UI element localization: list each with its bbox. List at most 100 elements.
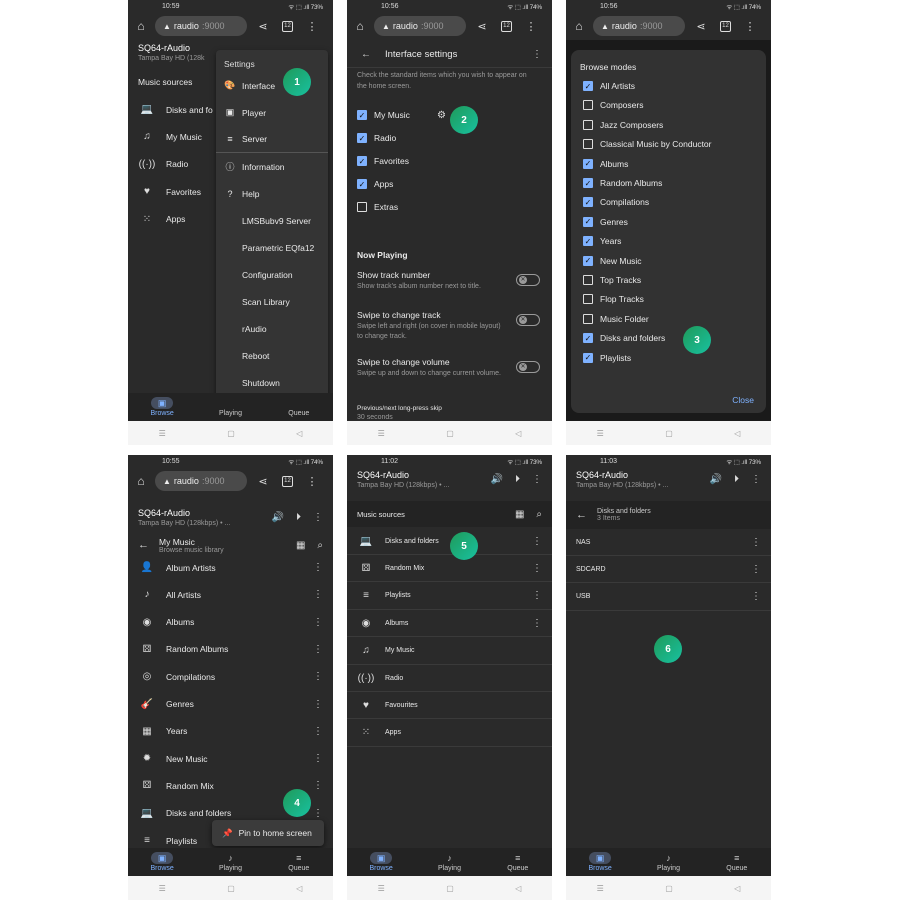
checkbox[interactable] bbox=[583, 119, 593, 130]
more-icon[interactable]: ⋮ bbox=[313, 808, 323, 819]
more-icon[interactable]: ⋮ bbox=[313, 780, 323, 791]
more-icon[interactable]: ⋮ bbox=[532, 618, 542, 629]
list-item[interactable]: ⁙ Apps bbox=[347, 720, 552, 747]
checkbox-item[interactable]: Jazz Composers bbox=[583, 119, 663, 130]
search-icon[interactable]: ⌕ bbox=[536, 509, 542, 520]
checkbox-item[interactable]: Extras bbox=[357, 202, 398, 212]
list-item[interactable]: ((·)) Radio bbox=[347, 665, 552, 692]
checkbox[interactable] bbox=[583, 139, 593, 150]
back-icon[interactable]: ◁ bbox=[515, 884, 521, 893]
back-icon[interactable]: ◁ bbox=[515, 429, 521, 438]
volume-icon[interactable]: 🔊 bbox=[491, 474, 503, 485]
checkbox-item[interactable]: ✓ Apps bbox=[357, 179, 393, 189]
more-icon[interactable]: ⋮ bbox=[751, 537, 761, 548]
recents-icon[interactable]: ☰ bbox=[159, 884, 166, 893]
checkbox-item[interactable]: Classical Music by Conductor bbox=[583, 139, 711, 150]
checkbox-item[interactable]: Music Folder bbox=[583, 313, 649, 324]
tabs-button[interactable]: 12 bbox=[720, 20, 731, 32]
browser-menu-icon[interactable]: ⋮ bbox=[522, 20, 540, 33]
list-item[interactable]: 👤 Album Artists ⋮ bbox=[128, 554, 333, 581]
nav-playing[interactable]: ♪ Playing bbox=[643, 852, 693, 872]
checkbox[interactable]: ✓ bbox=[357, 179, 367, 189]
share-icon[interactable]: ⋖ bbox=[473, 20, 491, 33]
menu-item[interactable]: Scan Library bbox=[216, 288, 328, 315]
url-bar[interactable]: ▲ raudio:9000 bbox=[374, 16, 466, 36]
checkbox[interactable] bbox=[357, 202, 367, 212]
menu-item[interactable]: Reboot bbox=[216, 342, 328, 369]
checkbox-item[interactable]: ✓ Random Albums bbox=[583, 178, 662, 188]
checkbox[interactable]: ✓ bbox=[583, 178, 593, 188]
nav-queue[interactable]: ≡ Queue bbox=[274, 852, 324, 872]
nav-queue[interactable]: ≡ Queue bbox=[712, 852, 762, 872]
list-item[interactable]: USB ⋮ bbox=[566, 584, 771, 611]
url-bar[interactable]: ▲ raudio:9000 bbox=[593, 16, 685, 36]
volume-icon[interactable]: 🔊 bbox=[272, 512, 284, 523]
share-icon[interactable]: ⋖ bbox=[254, 475, 272, 488]
more-icon[interactable]: ⋮ bbox=[751, 474, 761, 485]
nav-browse[interactable]: ▣ Browse bbox=[137, 852, 187, 872]
checkbox-item[interactable]: ✓ Playlists bbox=[583, 352, 631, 363]
checkbox[interactable] bbox=[583, 313, 593, 324]
now-playing-header[interactable]: SQ64-rAudio Tampa Bay HD (128kbps) • ... … bbox=[347, 467, 552, 499]
checkbox-item[interactable]: Flop Tracks bbox=[583, 294, 644, 305]
checkbox[interactable] bbox=[583, 294, 593, 305]
recents-icon[interactable]: ☰ bbox=[159, 429, 166, 438]
menu-item[interactable]: Configuration bbox=[216, 261, 328, 288]
nav-playing[interactable]: Playing bbox=[205, 397, 255, 417]
list-item[interactable]: ♪ All Artists ⋮ bbox=[128, 581, 333, 608]
home-button-icon[interactable]: ▢ bbox=[227, 429, 235, 438]
tabs-button[interactable]: 12 bbox=[282, 475, 293, 487]
nav-playing[interactable]: ♪ Playing bbox=[424, 852, 474, 872]
more-icon[interactable]: ⋮ bbox=[313, 617, 323, 628]
menu-item[interactable]: ? Help bbox=[216, 180, 328, 207]
nav-queue[interactable]: Queue bbox=[274, 397, 324, 417]
home-icon[interactable]: ⌂ bbox=[572, 19, 586, 33]
share-icon[interactable]: ⋖ bbox=[254, 20, 272, 33]
more-icon[interactable]: ⋮ bbox=[532, 474, 542, 485]
checkbox-item[interactable]: Top Tracks bbox=[583, 275, 641, 285]
list-item[interactable]: NAS ⋮ bbox=[566, 529, 771, 556]
browser-menu-icon[interactable]: ⋮ bbox=[741, 20, 759, 33]
checkbox[interactable]: ✓ bbox=[357, 156, 367, 166]
search-icon[interactable]: ⌕ bbox=[317, 540, 323, 551]
recents-icon[interactable]: ☰ bbox=[378, 429, 385, 438]
more-icon[interactable]: ⋮ bbox=[313, 512, 323, 523]
home-button-icon[interactable]: ▢ bbox=[446, 884, 454, 893]
recents-icon[interactable]: ☰ bbox=[378, 884, 385, 893]
nav-browse[interactable]: ▣ Browse bbox=[356, 852, 406, 872]
checkbox-item[interactable]: ✓ Compilations bbox=[583, 197, 649, 208]
list-item[interactable]: ◉ Albums ⋮ bbox=[128, 609, 333, 636]
list-item[interactable]: ▦ Years ⋮ bbox=[128, 718, 333, 745]
recents-icon[interactable]: ☰ bbox=[597, 429, 604, 438]
list-item[interactable]: ⚄ Random Albums ⋮ bbox=[128, 636, 333, 663]
back-arrow-icon[interactable]: ← bbox=[576, 509, 587, 521]
url-bar[interactable]: ▲ raudio:9000 bbox=[155, 471, 247, 491]
nav-playing[interactable]: ♪ Playing bbox=[205, 852, 255, 872]
list-item[interactable]: ♫ My Music bbox=[347, 638, 552, 665]
checkbox-item[interactable]: ✓ Disks and folders bbox=[583, 333, 665, 344]
toggle-switch[interactable]: ✕ bbox=[516, 361, 540, 373]
play-icon[interactable]: ⏵ bbox=[734, 474, 739, 485]
checkbox-item[interactable]: ✓ Albums bbox=[583, 158, 628, 169]
more-icon[interactable]: ⋮ bbox=[313, 589, 323, 600]
checkbox[interactable]: ✓ bbox=[583, 352, 593, 363]
more-icon[interactable]: ⋮ bbox=[313, 726, 323, 737]
list-item[interactable]: ≡ Playlists ⋮ bbox=[347, 583, 552, 610]
close-button[interactable]: Close bbox=[732, 395, 754, 405]
checkbox[interactable] bbox=[583, 100, 593, 111]
more-icon[interactable]: ⋮ bbox=[751, 591, 761, 602]
checkbox-item[interactable]: ✓ Favorites bbox=[357, 156, 409, 166]
share-icon[interactable]: ⋖ bbox=[692, 20, 710, 33]
back-icon[interactable]: ◁ bbox=[734, 429, 740, 438]
tabs-button[interactable]: 12 bbox=[282, 20, 293, 32]
more-icon[interactable]: ⋮ bbox=[313, 753, 323, 764]
recents-icon[interactable]: ☰ bbox=[597, 884, 604, 893]
more-icon[interactable]: ⋮ bbox=[313, 644, 323, 655]
grid-view-icon[interactable]: ▦ bbox=[515, 509, 524, 520]
checkbox[interactable]: ✓ bbox=[583, 197, 593, 208]
home-button-icon[interactable]: ▢ bbox=[665, 884, 673, 893]
checkbox[interactable]: ✓ bbox=[583, 236, 593, 247]
menu-item[interactable]: Shutdown bbox=[216, 369, 328, 396]
skip-setting-value[interactable]: 30 seconds bbox=[357, 414, 393, 420]
more-icon[interactable]: ⋮ bbox=[532, 590, 542, 601]
